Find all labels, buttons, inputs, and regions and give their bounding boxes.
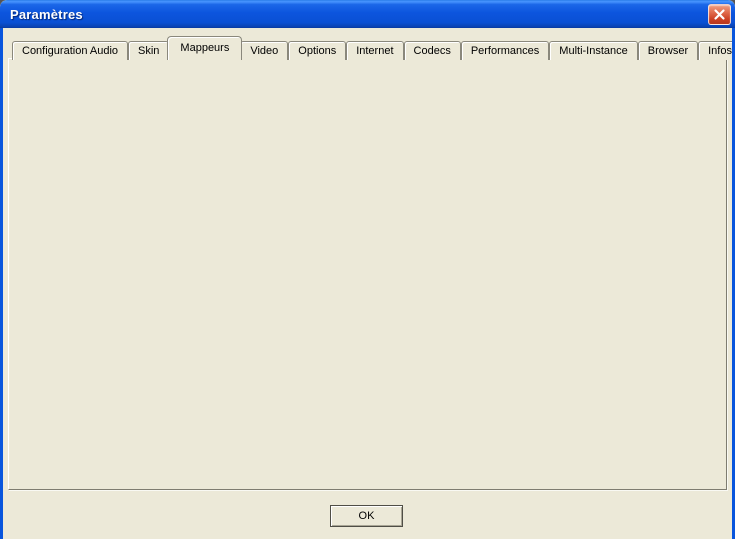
tab-infos[interactable]: Infos [698, 41, 735, 60]
tab-performances[interactable]: Performances [461, 41, 549, 60]
window-border-left [0, 28, 3, 539]
tab-configuration-audio[interactable]: Configuration Audio [12, 41, 128, 60]
close-icon [713, 8, 726, 21]
tab-video[interactable]: Video [240, 41, 288, 60]
tab-strip: Configuration AudioSkinMappeursVideoOpti… [12, 36, 735, 60]
ok-button[interactable]: OK [330, 505, 403, 527]
tab-page-mappers [8, 58, 727, 490]
settings-window: Paramètres Configuration AudioSkinMappeu… [0, 0, 735, 539]
tab-browser[interactable]: Browser [638, 41, 698, 60]
tab-options[interactable]: Options [288, 41, 346, 60]
close-button[interactable] [708, 4, 731, 25]
tab-mappeurs[interactable]: Mappeurs [167, 36, 242, 60]
tab-skin[interactable]: Skin [128, 41, 169, 60]
tab-multi-instance[interactable]: Multi-Instance [549, 41, 637, 60]
titlebar[interactable]: Paramètres [0, 0, 735, 28]
tab-codecs[interactable]: Codecs [404, 41, 461, 60]
tab-internet[interactable]: Internet [346, 41, 403, 60]
window-title: Paramètres [10, 7, 83, 22]
